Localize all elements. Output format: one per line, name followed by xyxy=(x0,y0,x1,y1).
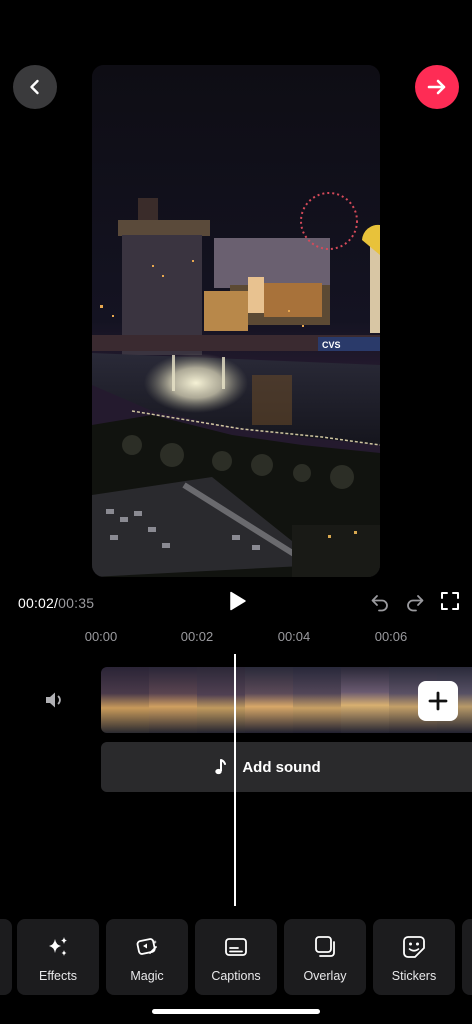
overlay-label: Overlay xyxy=(303,969,347,983)
chevron-left-icon xyxy=(30,79,39,95)
home-indicator xyxy=(152,1009,320,1014)
speaker-icon[interactable] xyxy=(42,687,68,713)
magic-label: Magic xyxy=(130,969,164,983)
effects-label: Effects xyxy=(39,969,77,983)
playhead[interactable] xyxy=(234,654,236,906)
time-readout: 00:02/00:35 xyxy=(18,595,94,611)
stickers-label: Stickers xyxy=(391,969,437,983)
next-button[interactable] xyxy=(415,65,459,109)
music-note-icon xyxy=(215,759,227,775)
clip-thumbnail xyxy=(341,667,389,733)
add-sound-label: Add sound xyxy=(242,758,321,776)
overlay-icon xyxy=(315,936,335,957)
video-clip-track[interactable] xyxy=(101,667,472,733)
stickers-button[interactable]: Stickers xyxy=(373,919,455,995)
clip-thumbnail xyxy=(101,667,149,733)
back-button[interactable] xyxy=(13,65,57,109)
play-icon[interactable] xyxy=(226,590,248,612)
tool-partial-right[interactable] xyxy=(462,919,472,995)
cvs-sign-text: CVS xyxy=(322,340,341,350)
ruler-tick: 00:04 xyxy=(277,629,311,644)
magic-icon xyxy=(136,938,157,955)
plus-icon xyxy=(428,691,448,711)
clip-thumbnail xyxy=(197,667,245,733)
overlay-button[interactable]: Overlay xyxy=(284,919,366,995)
ruler-tick: 00:06 xyxy=(374,629,408,644)
captions-button[interactable]: Captions xyxy=(195,919,277,995)
sparkles-icon xyxy=(49,937,67,956)
arrow-right-icon xyxy=(427,79,446,95)
ruler-tick: 00:02 xyxy=(180,629,214,644)
captions-label: Captions xyxy=(211,969,261,983)
video-preview[interactable]: CVS xyxy=(92,65,380,577)
video-editor-screen: CVS 00:02/00:35 00:00 00:02 00:04 00:06 … xyxy=(0,0,472,1024)
fullscreen-icon[interactable] xyxy=(439,590,461,612)
total-time: 00:35 xyxy=(58,595,95,611)
redo-icon[interactable] xyxy=(404,590,426,612)
tool-partial-left[interactable] xyxy=(0,919,12,995)
effects-button[interactable]: Effects xyxy=(17,919,99,995)
add-sound-button[interactable]: Add sound xyxy=(101,742,472,792)
clip-thumbnail xyxy=(245,667,293,733)
undo-icon[interactable] xyxy=(369,590,391,612)
ruler-tick: 00:00 xyxy=(84,629,118,644)
magic-button[interactable]: Magic xyxy=(106,919,188,995)
add-clip-button[interactable] xyxy=(418,681,458,721)
captions-icon xyxy=(225,938,247,956)
sticker-icon xyxy=(403,936,425,958)
clip-thumbnail xyxy=(293,667,341,733)
current-time: 00:02 xyxy=(18,595,55,611)
clip-thumbnail xyxy=(149,667,197,733)
